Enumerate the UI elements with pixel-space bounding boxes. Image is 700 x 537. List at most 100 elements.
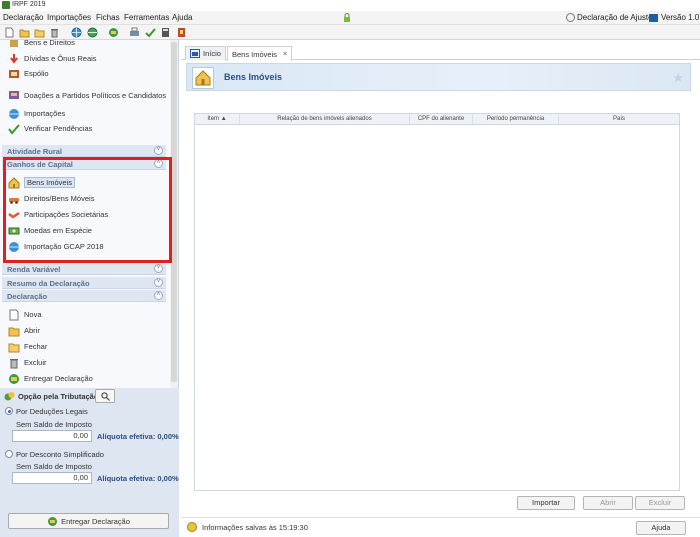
bens-imoveis-table[interactable]: Item ▲ Relação de bens imóveis alienados… xyxy=(194,113,680,491)
ajuda-button[interactable]: Ajuda xyxy=(636,521,686,535)
new-file-icon xyxy=(9,309,19,320)
folder-icon xyxy=(8,343,20,352)
tab-label: Bens Imóveis xyxy=(232,49,278,59)
menu-ajuda[interactable]: Ajuda xyxy=(172,13,192,22)
calculator-icon[interactable] xyxy=(160,27,171,38)
deliver-icon[interactable] xyxy=(108,27,119,38)
nav-label: Nova xyxy=(24,310,42,319)
highlight-box xyxy=(3,157,172,263)
imposto-value-2: 0,00 xyxy=(12,472,92,484)
chevron-down-icon[interactable]: ˅ xyxy=(154,264,163,273)
tab-bens-imoveis[interactable]: Bens Imóveis × xyxy=(227,46,293,61)
nav-dividas[interactable]: Dívidas e Ônus Reais xyxy=(8,52,97,65)
section-resumo[interactable]: Resumo da Declaração ˅ xyxy=(2,277,166,289)
table-header: Item ▲ Relação de bens imóveis alienados… xyxy=(195,114,679,125)
column-relacao[interactable]: Relação de bens imóveis alienados xyxy=(240,114,410,125)
entregar-declaracao-button[interactable]: Entregar Declaração xyxy=(8,513,169,529)
globe-export-icon[interactable] xyxy=(87,27,98,38)
coins-icon xyxy=(4,392,15,401)
declaracao-ajuste-label: Declaração de Ajuste xyxy=(577,13,653,22)
section-label: Resumo da Declaração xyxy=(7,279,90,288)
status-bar: Informações salvas às 15:19:30 Ajuda xyxy=(181,517,700,537)
page-banner: Bens Imóveis ★ xyxy=(186,63,691,91)
nav-label: Excluir xyxy=(24,358,47,367)
section-renda-variavel[interactable]: Renda Variável ˅ xyxy=(2,263,166,275)
section-label: Atividade Rural xyxy=(7,147,63,156)
toolbar xyxy=(0,25,700,40)
nav-abrir[interactable]: Abrir xyxy=(8,324,40,337)
nav-label: Verificar Pendências xyxy=(24,124,93,133)
deliver-icon xyxy=(48,516,58,526)
menu-bar: Declaração Importações Fichas Ferramenta… xyxy=(0,11,700,25)
column-cpf[interactable]: CPF do alienante xyxy=(410,114,473,125)
close-icon[interactable]: × xyxy=(283,51,287,58)
menu-importacoes[interactable]: Importações xyxy=(47,13,91,22)
down-arrow-icon xyxy=(10,53,18,64)
column-pais[interactable]: País xyxy=(559,114,679,125)
chevron-down-icon[interactable]: ˅ xyxy=(154,278,163,287)
deliver-icon xyxy=(9,373,19,384)
excluir-button[interactable]: Excluir xyxy=(635,496,685,510)
column-item[interactable]: Item ▲ xyxy=(195,114,240,125)
info-icon xyxy=(187,522,197,532)
window-title: IRPF 2019 xyxy=(12,1,46,8)
globe-icon xyxy=(9,108,19,119)
tributacao-panel: Opção pela Tributação: Por Deduções Lega… xyxy=(0,388,179,537)
version-icon xyxy=(649,14,658,22)
chevron-down-icon[interactable]: ˅ xyxy=(154,146,163,155)
radio-desconto-simplificado[interactable] xyxy=(5,450,13,458)
tributacao-search-button[interactable] xyxy=(95,389,115,403)
book-icon[interactable] xyxy=(176,27,187,38)
check-icon[interactable] xyxy=(145,27,156,38)
star-icon: ★ xyxy=(672,70,684,85)
radio-deducoes-legais[interactable] xyxy=(5,407,13,415)
nav-doacoes[interactable]: Doações a Partidos Políticos e Candidato… xyxy=(8,85,168,105)
app-icon xyxy=(2,1,10,9)
nav-label: Fechar xyxy=(24,342,48,351)
nav-label: Bens e Direitos xyxy=(24,38,75,47)
nav-label: Dívidas e Ônus Reais xyxy=(24,54,97,63)
deducoes-legais-label: Por Deduções Legais xyxy=(16,407,88,416)
section-atividade-rural[interactable]: Atividade Rural ˅ xyxy=(2,145,166,157)
section-label: Declaração xyxy=(7,292,48,301)
tab-label: Início xyxy=(203,49,221,58)
chevron-up-icon[interactable]: ˄ xyxy=(154,291,163,300)
tributacao-title: Opção pela Tributação: xyxy=(18,392,101,401)
nav-label: Entregar Declaração xyxy=(24,374,93,383)
saldo-label-2: Sem Saldo de Imposto xyxy=(16,462,92,471)
importar-button[interactable]: Importar xyxy=(517,496,575,510)
menu-ferramentas[interactable]: Ferramentas xyxy=(124,13,169,22)
check-icon xyxy=(8,123,20,135)
column-periodo[interactable]: Período permanência xyxy=(473,114,559,125)
nav-nova[interactable]: Nova xyxy=(8,308,42,321)
nav-label: Abrir xyxy=(24,326,40,335)
menu-declaracao[interactable]: Declaração xyxy=(3,13,43,22)
nav-fechar[interactable]: Fechar xyxy=(8,340,47,353)
print-icon[interactable] xyxy=(129,27,140,38)
menu-fichas[interactable]: Fichas xyxy=(96,13,120,22)
espolio-icon xyxy=(9,69,19,78)
nav-espolio[interactable]: Espólio xyxy=(8,67,49,80)
aliquota-efetiva-1: Alíquota efetiva: 0,00% xyxy=(97,432,179,441)
saldo-label-1: Sem Saldo de Imposto xyxy=(16,420,92,429)
version-label: Versão 1.0 xyxy=(661,13,700,22)
tab-inicio[interactable]: Início xyxy=(185,46,226,60)
nav-label: Importações xyxy=(24,109,66,118)
nav-verificar-pendencias[interactable]: Verificar Pendências xyxy=(8,122,92,135)
tab-bar: Início Bens Imóveis × xyxy=(181,44,700,61)
section-declaracao[interactable]: Declaração ˄ xyxy=(2,290,166,302)
bens-direitos-icon xyxy=(10,39,18,47)
trash-icon xyxy=(10,358,18,368)
nav-excluir[interactable]: Excluir xyxy=(8,356,47,369)
nav-importacoes[interactable]: Importações xyxy=(8,107,65,120)
section-label: Renda Variável xyxy=(7,265,61,274)
entregar-declaracao-label: Entregar Declaração xyxy=(61,516,130,526)
desconto-simplificado-label: Por Desconto Simplificado xyxy=(16,450,104,459)
abrir-button[interactable]: Abrir xyxy=(583,496,633,510)
open-folder-icon xyxy=(8,327,20,336)
nav-bens-direitos[interactable]: Bens e Direitos xyxy=(8,36,75,49)
nav-entregar-declaracao[interactable]: Entregar Declaração xyxy=(8,372,93,385)
search-icon xyxy=(101,392,110,401)
house-icon xyxy=(192,67,214,89)
declaracao-ajuste-icon xyxy=(566,13,575,22)
